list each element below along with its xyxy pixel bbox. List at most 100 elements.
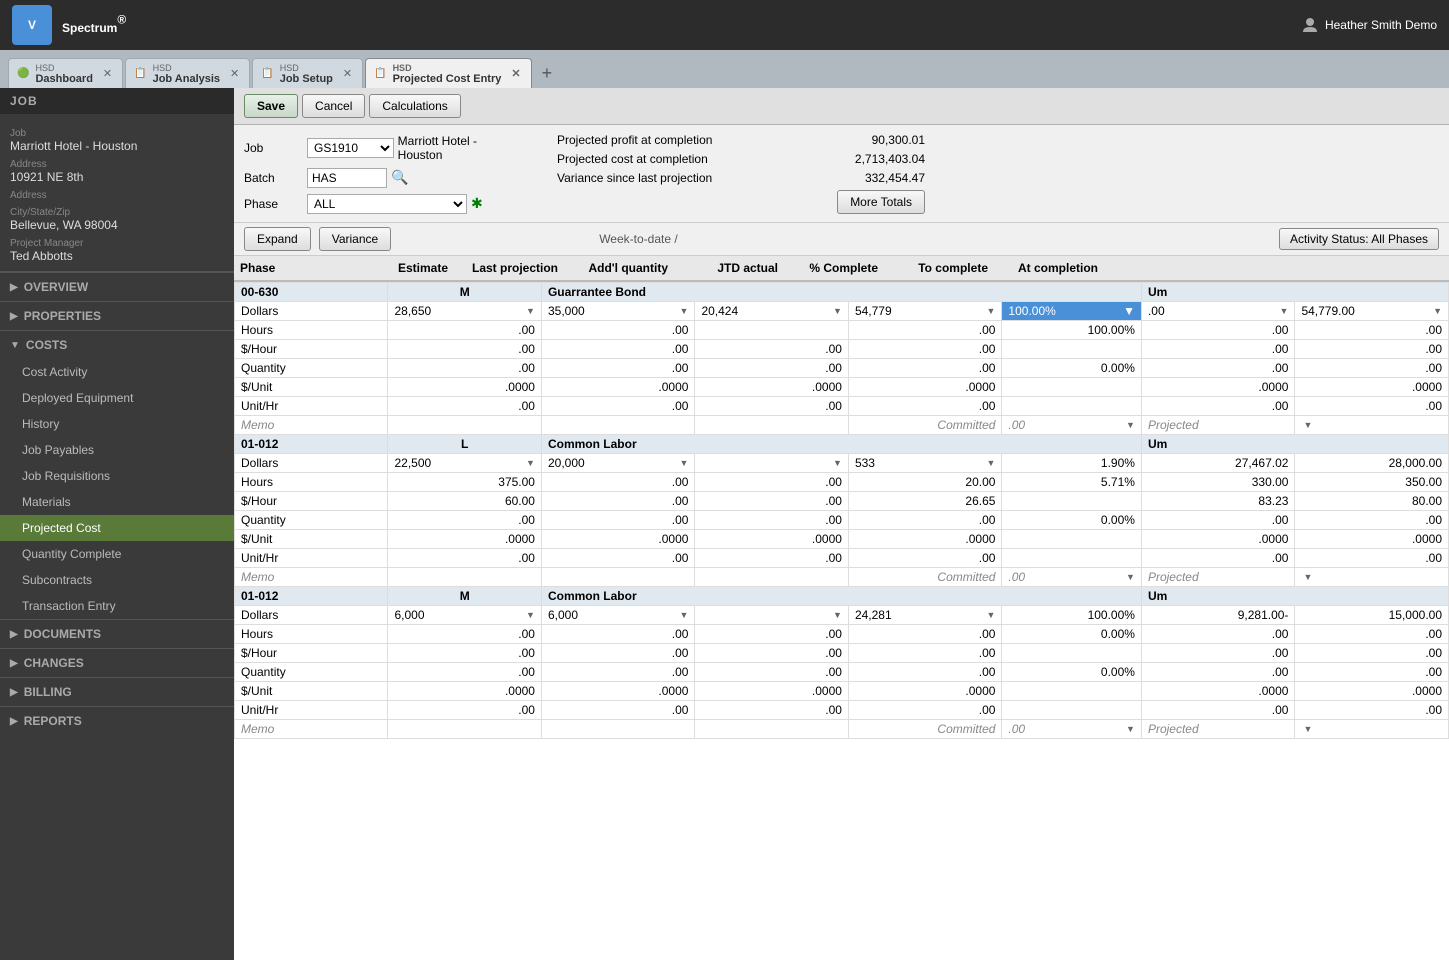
tab-job-setup[interactable]: 📋 HSD Job Setup ✕ [252,58,363,88]
row-jtd: .00 [848,359,1001,378]
memo-spacer [388,568,541,587]
row-pct: 0.00% [1002,359,1142,378]
sidebar-item-job-payables[interactable]: Job Payables [0,437,234,463]
tab-dashboard[interactable]: 🟢 HSD Dashboard ✕ [8,58,123,88]
memo-row: Memo Committed .00▼ Projected ▼ [235,416,1449,435]
content-area: Save Cancel Calculations Job GS1910 Marr… [234,88,1449,960]
tab-close-job-setup[interactable]: ✕ [343,67,352,80]
committed-label: Committed [848,416,1001,435]
sidebar-item-cost-activity[interactable]: Cost Activity [0,359,234,385]
row-last-proj: .00 [541,473,694,492]
batch-input[interactable] [307,168,387,188]
row-addl: .0000 [695,530,848,549]
row-addl: 20,424▼ [695,302,848,321]
sidebar-item-transaction-entry[interactable]: Transaction Entry [0,593,234,619]
changes-header[interactable]: ▶ CHANGES [0,649,234,677]
sidebar-item-job-requisitions[interactable]: Job Requisitions [0,463,234,489]
row-to-complete: .00▼ [1141,302,1294,321]
phase-name: Common Labor [541,435,1141,454]
memo-row: Memo Committed .00▼ Projected ▼ [235,720,1449,739]
memo-spacer [541,568,694,587]
sidebar-item-quantity-complete[interactable]: Quantity Complete [0,541,234,567]
scrollbar-placeholder [1104,259,1120,277]
row-pct: 100.00% [1002,321,1142,340]
memo-spacer [695,416,848,435]
reports-header[interactable]: ▶ REPORTS [0,707,234,735]
job-form-label: Job [244,141,299,155]
projected-cost-icon: 📋 [374,68,386,79]
row-pct [1002,644,1142,663]
projected-dropdown[interactable]: ▼ [1295,720,1449,739]
properties-header[interactable]: ▶ PROPERTIES [0,302,234,330]
row-to-complete: .0000 [1141,378,1294,397]
tab-close-dashboard[interactable]: ✕ [103,67,112,80]
row-to-complete: .00 [1141,397,1294,416]
row-pct-selected[interactable]: 100.00%▼ [1002,302,1142,321]
sidebar-item-deployed-equipment[interactable]: Deployed Equipment [0,385,234,411]
committed-value: .00▼ [1002,568,1142,587]
variance-button[interactable]: Variance [319,227,391,251]
row-last-proj: 6,000▼ [541,606,694,625]
documents-header[interactable]: ▶ DOCUMENTS [0,620,234,648]
row-label: Dollars [235,302,388,321]
row-at-completion: .0000 [1295,530,1449,549]
sidebar-item-history[interactable]: History [0,411,234,437]
sidebar-item-projected-cost[interactable]: Projected Cost [0,515,234,541]
phase-row-01-012-m: 01-012 M Common Labor Um [235,587,1449,606]
overview-header[interactable]: ▶ OVERVIEW [0,273,234,301]
job-name: Marriott Hotel - Houston [10,139,224,153]
job-select[interactable]: GS1910 [307,138,394,158]
top-bar: V Spectrum® Heather Smith Demo [0,0,1449,50]
row-estimate: 22,500▼ [388,454,541,473]
row-to-complete: .00 [1141,511,1294,530]
row-at-completion: .00 [1295,397,1449,416]
row-label: Hours [235,473,388,492]
tab-job-analysis[interactable]: 📋 HSD Job Analysis ✕ [125,58,250,88]
sidebar-item-materials[interactable]: Materials [0,489,234,515]
row-addl: .00 [695,397,848,416]
tab-projected-cost-entry[interactable]: 📋 HSD Projected Cost Entry ✕ [365,58,531,88]
row-addl: .0000 [695,378,848,397]
phase-um: Um [1141,283,1448,302]
batch-search-icon[interactable]: 🔍 [391,169,408,186]
billing-header[interactable]: ▶ BILLING [0,678,234,706]
sidebar-item-subcontracts[interactable]: Subcontracts [0,567,234,593]
row-last-proj: .00 [541,511,694,530]
pm-label: Project Manager [10,238,224,249]
row-last-proj: .00 [541,663,694,682]
calculations-button[interactable]: Calculations [369,94,460,118]
sidebar: JOB Job Marriott Hotel - Houston Address… [0,88,234,960]
row-last-proj: .00 [541,492,694,511]
phase-id: 00-630 [235,283,388,302]
row-at-completion: .00 [1295,701,1449,720]
row-estimate: .00 [388,644,541,663]
row-estimate: .00 [388,663,541,682]
row-addl: .00 [695,511,848,530]
memo-spacer [541,720,694,739]
variance-value: 332,454.47 [795,171,925,185]
address-value: 10921 NE 8th [10,170,224,184]
cancel-button[interactable]: Cancel [302,94,365,118]
add-tab-button[interactable]: + [534,58,561,88]
table-row: $/Hour 60.00 .00 .00 26.65 83.23 80.00 [235,492,1449,511]
tab-close-projected-cost[interactable]: ✕ [511,67,520,80]
row-last-proj: .00 [541,359,694,378]
row-at-completion: .00 [1295,663,1449,682]
more-totals-button[interactable]: More Totals [837,190,925,214]
tab-close-job-analysis[interactable]: ✕ [230,67,239,80]
row-pct [1002,340,1142,359]
save-button[interactable]: Save [244,94,298,118]
phase-row-00-630: 00-630 M Guarrantee Bond Um [235,283,1449,302]
activity-status-button[interactable]: Activity Status: All Phases [1279,228,1439,250]
phase-type: L [388,435,541,454]
expand-button[interactable]: Expand [244,227,311,251]
phase-um: Um [1141,435,1448,454]
projected-dropdown[interactable]: ▼ [1295,568,1449,587]
phase-id: 01-012 [235,587,388,606]
phase-select[interactable]: ALL [307,194,467,214]
row-at-completion: .00 [1295,644,1449,663]
row-estimate: .00 [388,321,541,340]
costs-header[interactable]: ▼ COSTS [0,331,234,359]
user-area: Heather Smith Demo [1301,16,1437,34]
projected-dropdown[interactable]: ▼ [1295,416,1449,435]
